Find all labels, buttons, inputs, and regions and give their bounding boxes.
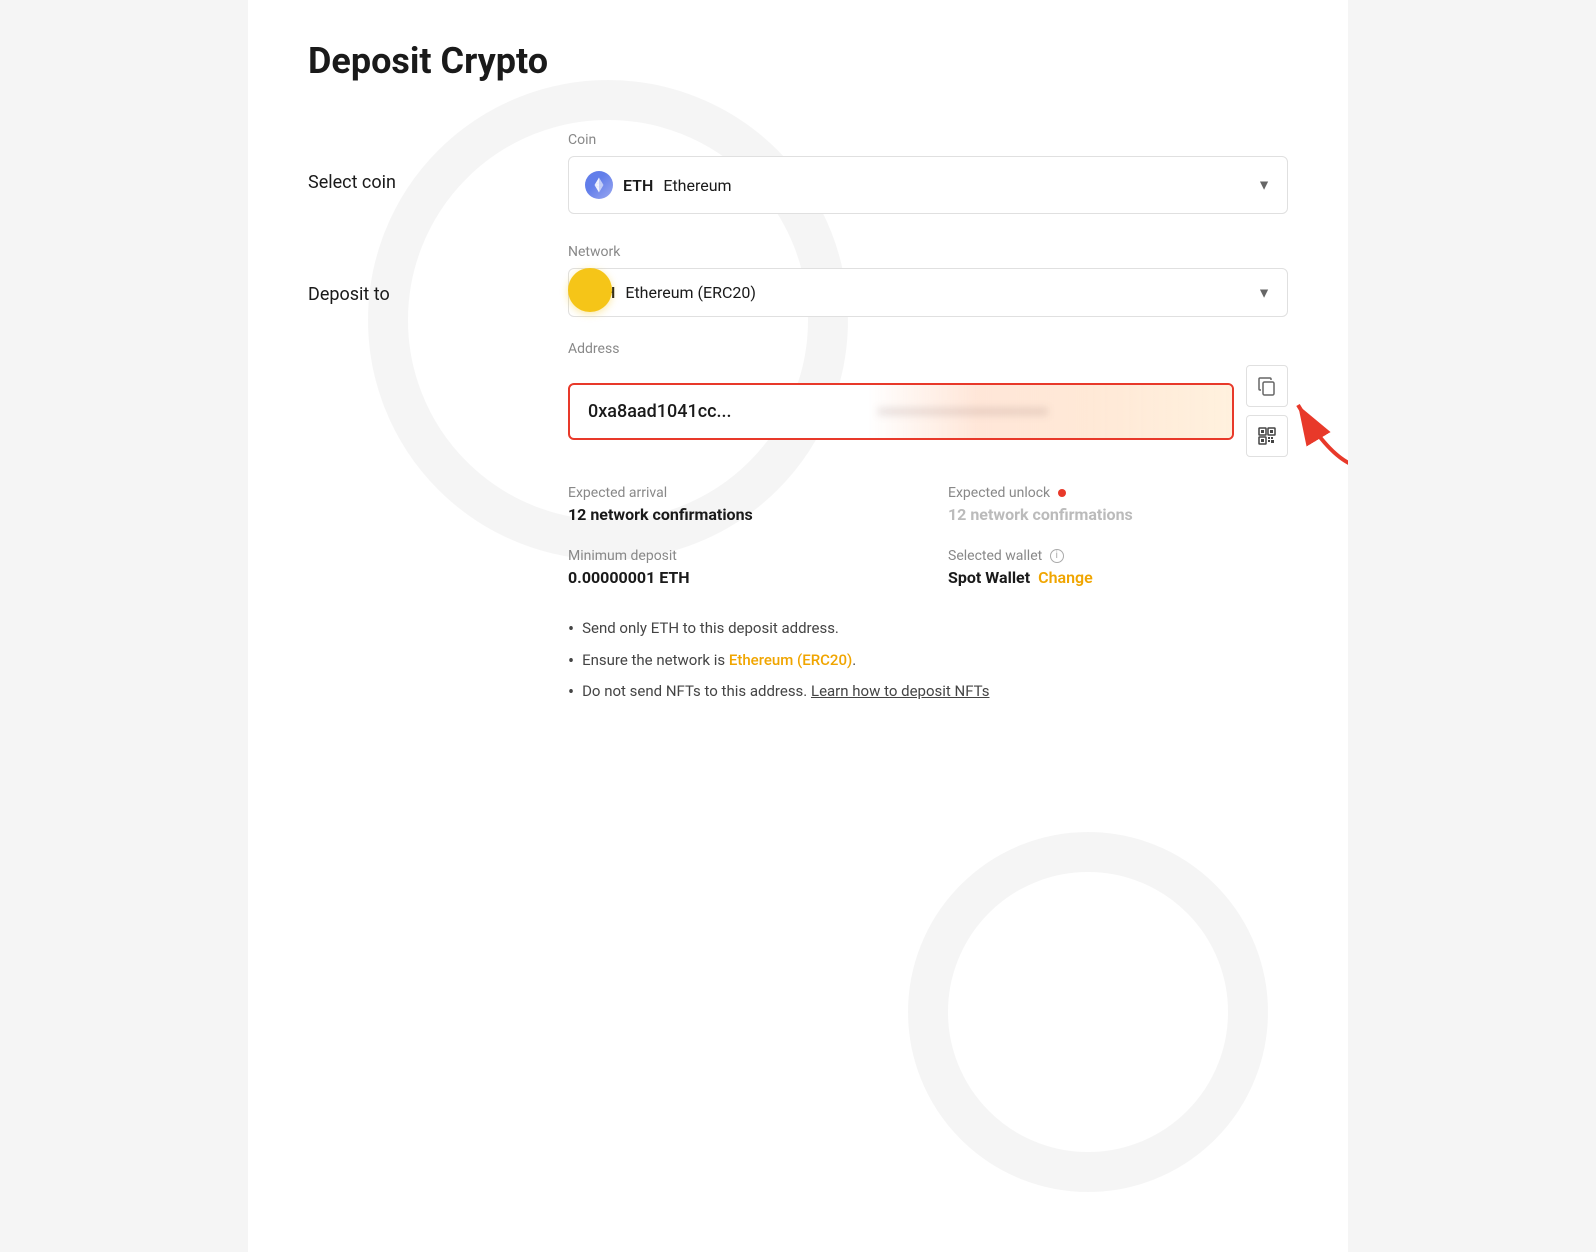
- address-box[interactable]: 0xa8aad1041cc... xxxxxxxxxxxxxxxxxxxxxxx…: [568, 383, 1234, 440]
- coin-ticker: ETH: [623, 176, 653, 195]
- yellow-dot-decoration: [568, 268, 612, 312]
- network-select[interactable]: ETH Ethereum (ERC20) ▼: [568, 268, 1288, 317]
- info-notes: Send only ETH to this deposit address. E…: [568, 619, 1288, 704]
- expected-arrival-value: 12 network confirmations: [568, 505, 908, 524]
- select-coin-label: Select coin: [308, 132, 568, 193]
- qr-button[interactable]: [1246, 415, 1288, 457]
- min-deposit-value: 0.00000001 ETH: [568, 568, 908, 587]
- coin-select[interactable]: ETH Ethereum ▼: [568, 156, 1288, 214]
- change-wallet-link[interactable]: Change: [1038, 568, 1093, 587]
- selected-wallet-label: Selected wallet i: [948, 548, 1288, 564]
- network-field-label: Network: [568, 244, 1288, 260]
- deposit-to-section: Deposit to Network ETH Ethereum (ERC20) …: [308, 244, 1288, 714]
- min-deposit-label: Minimum deposit: [568, 548, 908, 564]
- min-deposit-item: Minimum deposit 0.00000001 ETH: [568, 548, 908, 587]
- address-wrapper: 0xa8aad1041cc... xxxxxxxxxxxxxxxxxxxxxxx…: [568, 365, 1288, 457]
- note-1: Send only ETH to this deposit address.: [568, 619, 1288, 641]
- coin-field-label: Coin: [568, 132, 1288, 148]
- selected-wallet-item: Selected wallet i Spot Wallet Change: [948, 548, 1288, 587]
- page-title: Deposit Crypto: [308, 40, 1288, 82]
- network-field: Network ETH Ethereum (ERC20) ▼: [568, 244, 1288, 317]
- expected-unlock-label: Expected unlock: [948, 485, 1288, 501]
- network-highlight: Ethereum (ERC20): [729, 651, 852, 669]
- address-section: Address 0xa8aad1041cc... xxxxxxxxxxxxxxx…: [568, 341, 1288, 457]
- expected-arrival-item: Expected arrival 12 network confirmation…: [568, 485, 908, 524]
- address-label: Address: [568, 341, 1288, 357]
- deposit-to-label: Deposit to: [308, 244, 568, 305]
- address-value: 0xa8aad1041cc...: [588, 401, 731, 422]
- eth-icon: [585, 171, 613, 199]
- nft-learn-link[interactable]: Learn how to deposit NFTs: [811, 682, 990, 700]
- info-grid: Expected arrival 12 network confirmation…: [568, 485, 1288, 587]
- coin-name: Ethereum: [663, 176, 731, 195]
- spot-wallet-value: Spot Wallet: [948, 568, 1030, 587]
- coin-field: Coin ETH Ethereum ▼: [568, 132, 1288, 214]
- info-icon: i: [1050, 549, 1064, 563]
- icons-area: [1246, 365, 1288, 457]
- copy-button[interactable]: [1246, 365, 1288, 407]
- wallet-row: Spot Wallet Change: [948, 568, 1288, 587]
- expected-unlock-item: Expected unlock 12 network confirmations: [948, 485, 1288, 524]
- red-dot-indicator: [1058, 489, 1066, 497]
- note-3: Do not send NFTs to this address. Learn …: [568, 682, 1288, 704]
- coin-chevron: ▼: [1257, 177, 1271, 194]
- watermark-circle-2: [908, 832, 1268, 1192]
- note-2: Ensure the network is Ethereum (ERC20).: [568, 651, 1288, 673]
- expected-arrival-label: Expected arrival: [568, 485, 908, 501]
- deposit-fields: Network ETH Ethereum (ERC20) ▼ Address 0…: [568, 244, 1288, 714]
- select-coin-section: Select coin Coin ETH Ethereum ▼: [308, 132, 1288, 214]
- expected-unlock-value: 12 network confirmations: [948, 505, 1288, 524]
- network-name: Ethereum (ERC20): [625, 283, 756, 302]
- network-chevron: ▼: [1257, 284, 1271, 301]
- address-blur: xxxxxxxxxxxxxxxxxxxxxxxxxx: [868, 385, 1232, 438]
